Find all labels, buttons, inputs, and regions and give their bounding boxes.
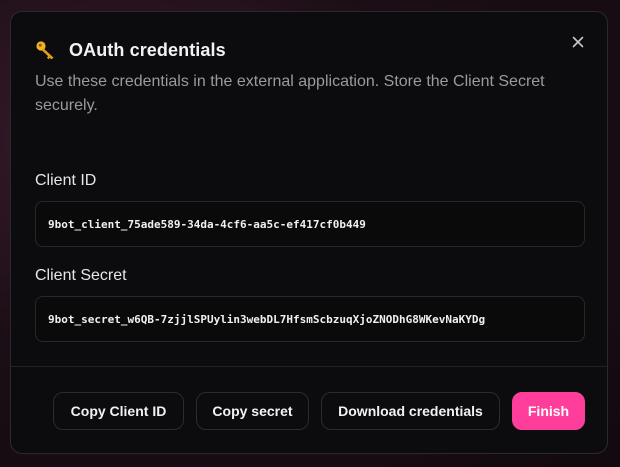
dialog-title: OAuth credentials: [69, 39, 226, 60]
client-id-field[interactable]: 9bot_client_75ade589-34da-4cf6-aa5c-ef41…: [35, 201, 585, 247]
oauth-credentials-dialog: OAuth credentials Use these credentials …: [10, 11, 608, 454]
dialog-header: OAuth credentials: [35, 39, 226, 61]
footer-divider: [11, 366, 607, 367]
close-icon: [572, 35, 584, 53]
close-button[interactable]: [568, 34, 588, 54]
client-id-label: Client ID: [35, 172, 97, 189]
client-secret-field[interactable]: 9bot_secret_w6QB-7zjjlSPUylin3webDL7Hfsm…: [35, 296, 585, 342]
finish-button[interactable]: Finish: [512, 392, 585, 430]
key-icon: [35, 39, 59, 61]
download-credentials-button[interactable]: Download credentials: [321, 392, 500, 430]
copy-client-id-button[interactable]: Copy Client ID: [53, 392, 184, 430]
dialog-description: Use these credentials in the external ap…: [35, 73, 545, 114]
copy-secret-button[interactable]: Copy secret: [196, 392, 309, 430]
client-secret-label: Client Secret: [35, 267, 127, 284]
